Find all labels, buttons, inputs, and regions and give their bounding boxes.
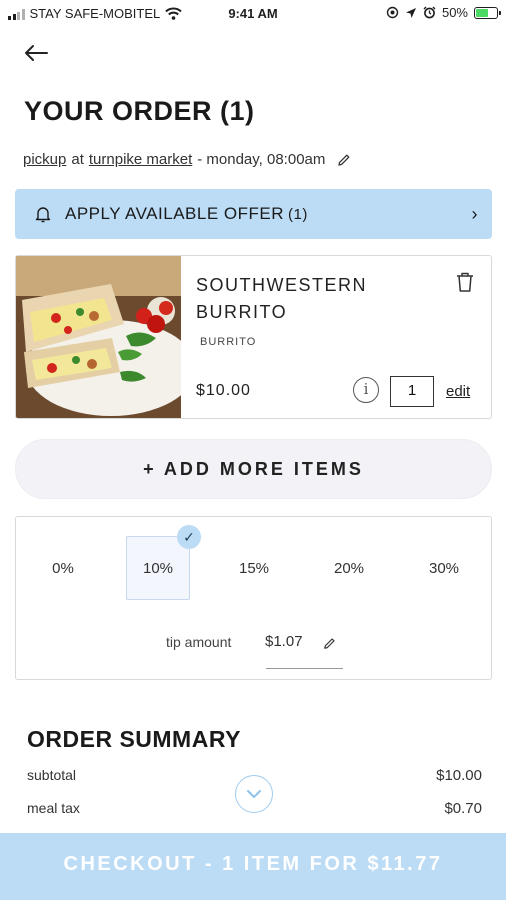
tip-option-30[interactable]: 30%: [412, 536, 476, 600]
summary-label: meal tax: [27, 800, 80, 816]
trash-icon[interactable]: [455, 271, 475, 293]
tip-option-20[interactable]: 20%: [317, 536, 381, 600]
battery-icon: [474, 6, 501, 19]
offer-label: APPLY AVAILABLE OFFER: [65, 204, 284, 223]
checkout-button[interactable]: CHECKOUT - 1 ITEM FOR $11.77: [0, 833, 506, 900]
summary-value: $10.00: [436, 767, 482, 784]
tip-selector: 0% 10% ✓ 15% 20% 30% tip amount $1.07: [15, 516, 492, 680]
quantity-input[interactable]: 1: [390, 376, 434, 407]
pencil-icon[interactable]: [322, 636, 337, 651]
pickup-location-link[interactable]: turnpike market: [89, 151, 192, 168]
scroll-down-button[interactable]: [235, 775, 273, 813]
pencil-icon[interactable]: [336, 152, 352, 168]
apply-offer-button[interactable]: APPLY AVAILABLE OFFER (1) ›: [15, 189, 492, 239]
info-icon[interactable]: i: [353, 377, 379, 403]
alarm-icon: [423, 6, 436, 19]
back-arrow-icon: [25, 45, 48, 61]
pickup-schedule: - monday, 08:00am: [197, 151, 326, 168]
check-icon: ✓: [177, 525, 201, 549]
chevron-right-icon: ›: [471, 203, 478, 224]
cart-item: SOUTHWESTERN BURRITO BURRITO $10.00 i 1 …: [15, 255, 492, 419]
summary-label: subtotal: [27, 767, 77, 783]
status-bar: STAY SAFE-MOBITEL 9:41 AM 50%: [0, 0, 506, 28]
item-price: $10.00: [196, 382, 251, 399]
tip-amount-input[interactable]: $1.07: [265, 633, 303, 650]
page-title: YOUR ORDER (1): [24, 96, 255, 126]
pickup-connector: at: [71, 151, 84, 168]
item-category: BURRITO: [200, 336, 257, 348]
location-arrow-icon: [405, 7, 416, 18]
orientation-lock-icon: [386, 6, 399, 19]
item-name: SOUTHWESTERN BURRITO: [196, 275, 367, 322]
summary-value: $0.70: [444, 800, 482, 817]
chevron-down-icon: [247, 790, 261, 798]
pickup-mode-link[interactable]: pickup: [23, 151, 66, 168]
tip-amount-underline: [266, 668, 343, 669]
bell-icon: [35, 207, 51, 223]
tip-option-15[interactable]: 15%: [222, 536, 286, 600]
order-summary-title: ORDER SUMMARY: [27, 726, 241, 752]
tip-amount-label: tip amount: [166, 634, 232, 650]
burrito-photo: [16, 256, 181, 418]
edit-item-link[interactable]: edit: [446, 383, 470, 400]
battery-percent: 50%: [441, 5, 468, 20]
status-right: 50%: [386, 5, 501, 20]
back-button[interactable]: [22, 38, 52, 68]
pickup-details: pickup at turnpike market - monday, 08:0…: [23, 151, 352, 168]
add-more-items-button[interactable]: + ADD MORE ITEMS: [15, 439, 492, 499]
offer-count: (1): [288, 205, 308, 223]
tip-option-0[interactable]: 0%: [31, 536, 95, 600]
